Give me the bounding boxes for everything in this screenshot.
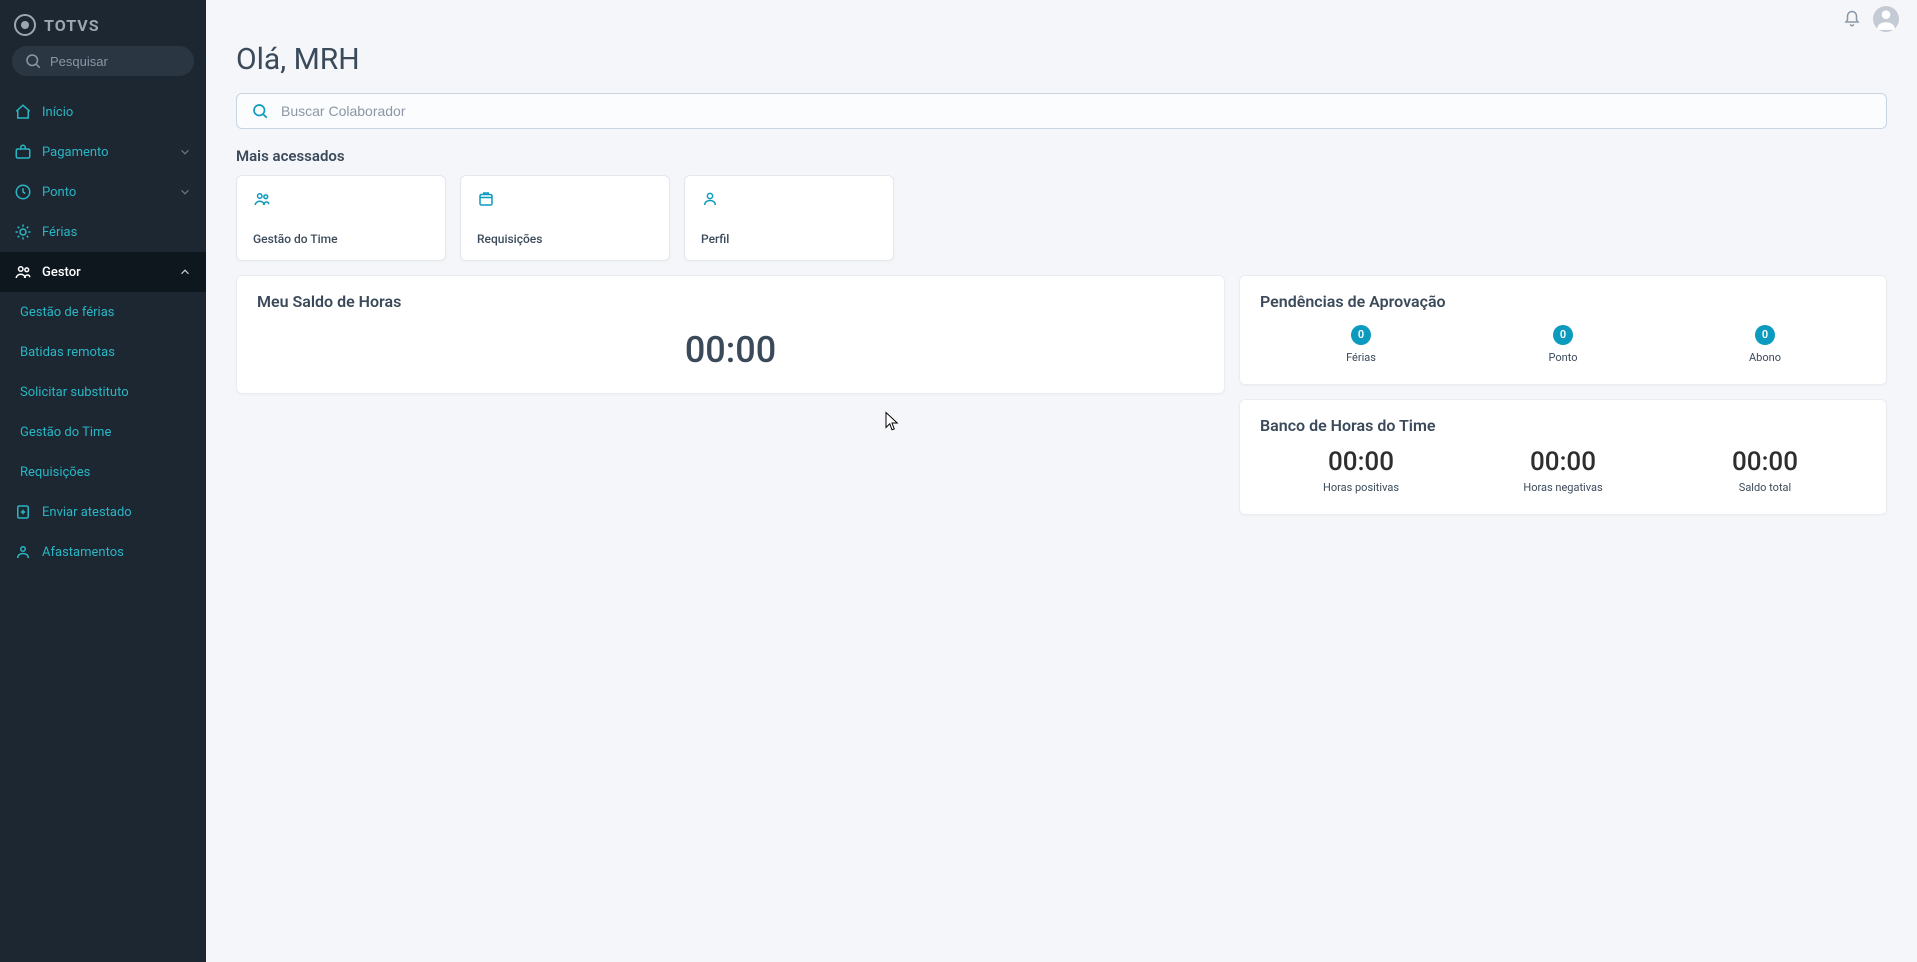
sidebar-item-label: Afastamentos	[42, 545, 192, 560]
quick-card-label: Gestão do Time	[253, 232, 429, 246]
person-icon	[701, 190, 719, 208]
sidebar-item-label: Gestor	[42, 265, 168, 280]
panel-banco-horas: Banco de Horas do Time 00:00 Horas posit…	[1239, 399, 1887, 515]
sidebar-item-inicio[interactable]: Início	[0, 92, 206, 132]
sidebar-subitem-gestao-time[interactable]: Gestão do Time	[0, 412, 206, 452]
status-badge: 0	[1755, 325, 1775, 345]
search-icon	[251, 102, 269, 120]
sidebar-nav: Início Pagamento Ponto	[0, 92, 206, 572]
quick-card-requisicoes[interactable]: Requisições	[460, 175, 670, 261]
notifications-icon[interactable]	[1843, 10, 1861, 28]
pendencia-ferias[interactable]: 0 Férias	[1260, 323, 1462, 364]
sidebar-item-ferias[interactable]: Férias	[0, 212, 206, 252]
chevron-down-icon	[178, 185, 192, 199]
avatar[interactable]	[1873, 6, 1899, 32]
sun-icon	[14, 223, 32, 241]
sidebar-item-enviar-atestado[interactable]: Enviar atestado	[0, 492, 206, 532]
person-off-icon	[14, 543, 32, 561]
banco-value: 00:00	[1260, 447, 1462, 477]
sidebar-item-label: Pagamento	[42, 145, 168, 160]
sidebar: TOTVS Início Pagamento	[0, 0, 206, 962]
sidebar-search[interactable]	[12, 46, 194, 76]
quick-access-row: Gestão do Time Requisições Perfil	[236, 175, 1887, 261]
brand-icon	[14, 14, 36, 36]
people-icon	[14, 263, 32, 281]
main: Olá, MRH Mais acessados Gestão do Time R…	[206, 0, 1917, 962]
sidebar-subitem-gestao-ferias[interactable]: Gestão de férias	[0, 292, 206, 332]
inbox-icon	[477, 190, 495, 208]
chevron-up-icon	[178, 265, 192, 279]
team-icon	[253, 190, 271, 208]
sidebar-item-afastamentos[interactable]: Afastamentos	[0, 532, 206, 572]
collaborator-search-input[interactable]	[281, 103, 1872, 119]
banco-label: Horas negativas	[1462, 481, 1664, 494]
quick-card-gestao-time[interactable]: Gestão do Time	[236, 175, 446, 261]
sidebar-item-ponto[interactable]: Ponto	[0, 172, 206, 212]
search-icon	[24, 52, 42, 70]
pendencia-label: Férias	[1260, 351, 1462, 364]
pendencia-label: Ponto	[1462, 351, 1664, 364]
sidebar-item-label: Enviar atestado	[42, 505, 192, 520]
content: Olá, MRH Mais acessados Gestão do Time R…	[206, 38, 1917, 962]
sidebar-item-label: Solicitar substituto	[20, 385, 129, 400]
page-title: Olá, MRH	[236, 42, 1887, 77]
home-icon	[14, 103, 32, 121]
panel-title: Banco de Horas do Time	[1260, 416, 1866, 435]
sidebar-subitem-solicitar-substituto[interactable]: Solicitar substituto	[0, 372, 206, 412]
status-badge: 0	[1351, 325, 1371, 345]
sidebar-item-gestor[interactable]: Gestor	[0, 252, 206, 292]
sidebar-search-input[interactable]	[50, 54, 182, 69]
sidebar-item-label: Requisições	[20, 465, 90, 480]
banco-label: Saldo total	[1664, 481, 1866, 494]
sidebar-item-pagamento[interactable]: Pagamento	[0, 132, 206, 172]
quick-card-label: Perfil	[701, 232, 877, 246]
sidebar-item-label: Batidas remotas	[20, 345, 115, 360]
brand-name: TOTVS	[44, 16, 100, 35]
sidebar-item-label: Férias	[42, 225, 192, 240]
panel-title: Meu Saldo de Horas	[257, 292, 1204, 311]
sidebar-item-label: Ponto	[42, 185, 168, 200]
sidebar-item-label: Gestão do Time	[20, 425, 111, 440]
banco-saldo-total: 00:00 Saldo total	[1664, 447, 1866, 494]
banco-horas-negativas: 00:00 Horas negativas	[1462, 447, 1664, 494]
dashboard-row: Meu Saldo de Horas 00:00 Pendências de A…	[236, 275, 1887, 515]
pendencia-abono[interactable]: 0 Abono	[1664, 323, 1866, 364]
briefcase-icon	[14, 143, 32, 161]
topbar	[206, 0, 1917, 38]
document-add-icon	[14, 503, 32, 521]
pendencia-label: Abono	[1664, 351, 1866, 364]
pendencia-ponto[interactable]: 0 Ponto	[1462, 323, 1664, 364]
saldo-value: 00:00	[257, 323, 1204, 373]
sidebar-subitem-requisicoes[interactable]: Requisições	[0, 452, 206, 492]
quick-card-label: Requisições	[477, 232, 653, 246]
banco-horas-positivas: 00:00 Horas positivas	[1260, 447, 1462, 494]
status-badge: 0	[1553, 325, 1573, 345]
quick-card-perfil[interactable]: Perfil	[684, 175, 894, 261]
collaborator-search[interactable]	[236, 93, 1887, 129]
sidebar-item-label: Gestão de férias	[20, 305, 114, 320]
chevron-down-icon	[178, 145, 192, 159]
banco-value: 00:00	[1462, 447, 1664, 477]
brand-logo[interactable]: TOTVS	[12, 10, 194, 46]
panel-pendencias: Pendências de Aprovação 0 Férias 0 Ponto…	[1239, 275, 1887, 385]
sidebar-item-label: Início	[42, 105, 192, 120]
right-column: Pendências de Aprovação 0 Férias 0 Ponto…	[1239, 275, 1887, 515]
quick-access-title: Mais acessados	[236, 147, 1887, 165]
banco-label: Horas positivas	[1260, 481, 1462, 494]
banco-value: 00:00	[1664, 447, 1866, 477]
panel-title: Pendências de Aprovação	[1260, 292, 1866, 311]
sidebar-subitem-batidas-remotas[interactable]: Batidas remotas	[0, 332, 206, 372]
panel-saldo-horas: Meu Saldo de Horas 00:00	[236, 275, 1225, 394]
clock-icon	[14, 183, 32, 201]
